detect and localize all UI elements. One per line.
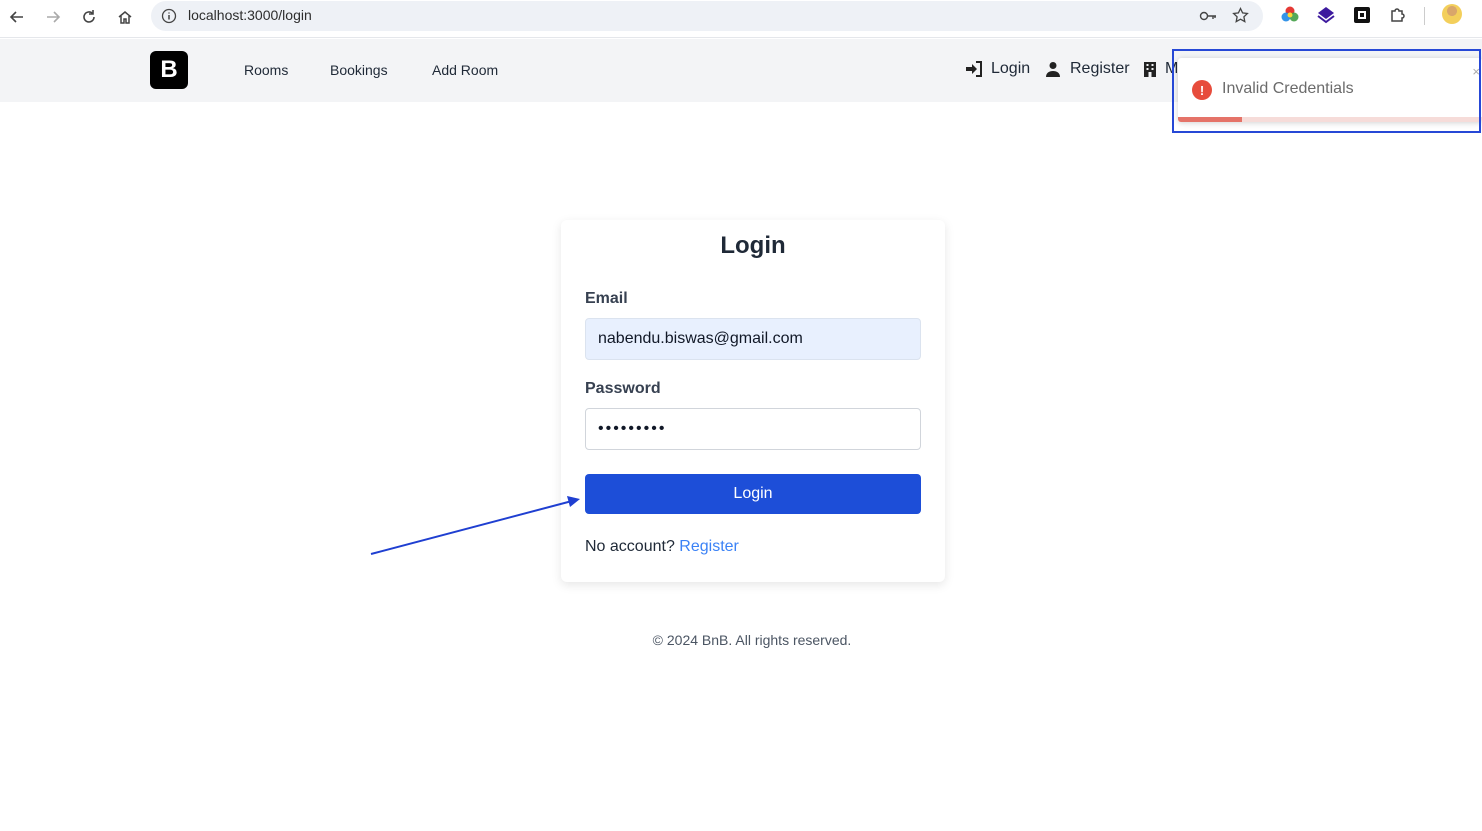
register-link[interactable]: Register <box>679 538 739 555</box>
address-bar[interactable]: localhost:3000/login <box>151 1 1263 31</box>
forward-icon[interactable] <box>40 4 66 30</box>
bookmark-star-icon[interactable] <box>1232 7 1249 24</box>
nav-link-bookings[interactable]: Bookings <box>330 62 388 78</box>
url-text[interactable]: localhost:3000/login <box>188 7 312 23</box>
password-field[interactable] <box>585 408 921 450</box>
sign-in-icon <box>966 61 982 77</box>
nav-register-label: Register <box>1070 60 1130 77</box>
site-info-icon[interactable] <box>161 8 177 24</box>
profile-avatar[interactable] <box>1442 4 1462 24</box>
nav-login-label: Login <box>991 60 1031 77</box>
annotation-highlight-box <box>1172 49 1481 133</box>
user-icon <box>1046 62 1060 77</box>
email-field[interactable] <box>585 318 921 360</box>
building-icon <box>1144 62 1156 77</box>
no-account-row: No account? Register <box>585 538 739 556</box>
back-icon[interactable] <box>4 4 30 30</box>
password-key-icon[interactable] <box>1199 8 1217 24</box>
password-label: Password <box>585 380 661 397</box>
login-submit-button[interactable]: Login <box>585 474 921 514</box>
extensions-puzzle-icon[interactable] <box>1388 5 1408 25</box>
toolbar-divider <box>1424 7 1425 25</box>
nav-register-link[interactable]: Register <box>1044 60 1130 78</box>
nav-link-add-room[interactable]: Add Room <box>432 62 498 78</box>
reload-icon[interactable] <box>76 4 102 30</box>
layers-extension-icon[interactable] <box>1316 5 1336 25</box>
login-card: Login Email Password Login No account? R… <box>561 220 945 582</box>
brand-logo[interactable]: B <box>150 51 188 89</box>
login-title: Login <box>720 232 786 259</box>
browser-toolbar: localhost:3000/login <box>0 0 1482 38</box>
home-icon[interactable] <box>112 4 138 30</box>
nav-link-rooms[interactable]: Rooms <box>244 62 288 78</box>
no-account-text: No account? <box>585 538 675 555</box>
nav-login-link[interactable]: Login <box>965 60 1030 78</box>
color-wheel-extension-icon[interactable] <box>1280 5 1300 25</box>
frame-extension-icon[interactable] <box>1352 5 1372 25</box>
copyright-text: © 2024 BnB. All rights reserved. <box>652 632 852 648</box>
logo-letter: B <box>160 56 178 83</box>
email-label: Email <box>585 290 628 307</box>
